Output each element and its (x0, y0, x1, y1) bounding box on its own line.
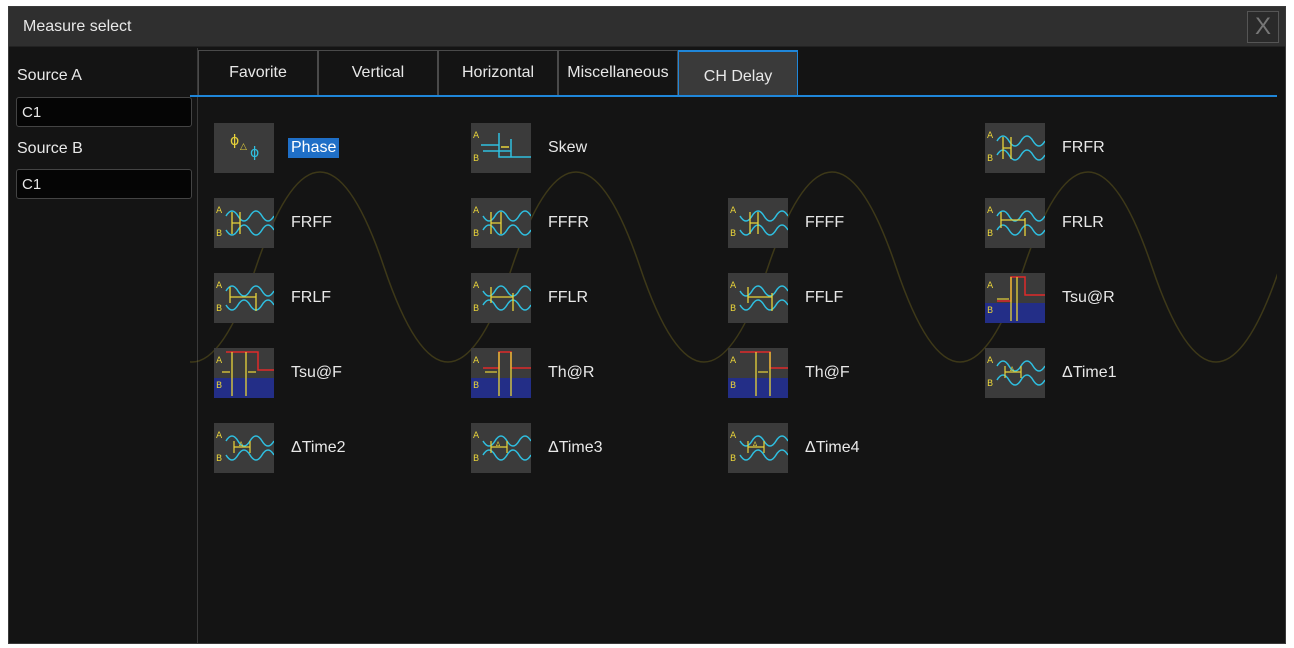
svg-text:A: A (730, 281, 737, 291)
measure-label: FFLF (805, 289, 844, 306)
measure-label: ΔTime3 (548, 439, 603, 456)
th-r-icon: AB (471, 348, 531, 398)
measure-label: FRLF (291, 289, 331, 306)
ffff-icon: AB (728, 198, 788, 248)
svg-text:A: A (987, 131, 994, 141)
source-a-select[interactable]: C1 (16, 97, 192, 127)
source-sidebar: Source A C1 Source B C1 (9, 48, 198, 643)
frfr-icon: AB (985, 123, 1045, 173)
frlr-icon: AB (985, 198, 1045, 248)
frff-icon: AB (214, 198, 274, 248)
svg-text:B: B (987, 379, 993, 389)
svg-text:A: A (216, 356, 223, 366)
svg-text:A: A (473, 281, 480, 291)
measure-label: ΔTime4 (805, 439, 860, 456)
svg-text:A: A (987, 281, 994, 291)
measure-label: Tsu@F (291, 364, 342, 381)
measure-label: Phase (288, 138, 340, 158)
measure-label: FFFF (805, 214, 845, 231)
svg-text:△: △ (240, 142, 247, 152)
delta-time3-icon: ABΔ (471, 423, 531, 473)
measure-label: ΔTime2 (291, 439, 346, 456)
fflr-icon: AB (471, 273, 531, 323)
svg-text:A: A (730, 431, 737, 441)
measure-label: FRLR (1062, 214, 1104, 231)
dialog-title: Measure select (23, 18, 132, 35)
svg-text:A: A (987, 206, 994, 216)
frlf-icon: AB (214, 273, 274, 323)
svg-text:B: B (473, 229, 479, 239)
svg-text:B: B (473, 304, 479, 314)
fffr-icon: AB (471, 198, 531, 248)
measure-label: Th@R (548, 364, 595, 381)
title-bar: Measure select X (9, 7, 1285, 47)
svg-text:B: B (473, 154, 479, 164)
tab-ch-delay[interactable]: CH Delay (678, 50, 798, 96)
measure-label: FFLR (548, 289, 588, 306)
delta-time2-icon: ABΔ (214, 423, 274, 473)
source-a-label: Source A (17, 67, 82, 84)
tab-vertical[interactable]: Vertical (318, 50, 438, 95)
svg-text:B: B (730, 454, 736, 464)
measure-category-tabs: Favorite Vertical Horizontal Miscellaneo… (190, 50, 1277, 96)
svg-text:A: A (216, 431, 223, 441)
svg-text:A: A (730, 356, 737, 366)
delta-time4-icon: ABΔ (728, 423, 788, 473)
measure-label: FRFR (1062, 139, 1105, 156)
fflf-icon: AB (728, 273, 788, 323)
svg-text:A: A (473, 131, 480, 141)
close-button[interactable]: X (1247, 11, 1279, 43)
svg-text:B: B (473, 381, 479, 391)
svg-text:B: B (473, 454, 479, 464)
tab-horizontal[interactable]: Horizontal (438, 50, 558, 95)
svg-text:A: A (730, 206, 737, 216)
svg-text:A: A (216, 206, 223, 216)
svg-text:A: A (473, 431, 480, 441)
svg-text:B: B (730, 229, 736, 239)
svg-text:A: A (216, 281, 223, 291)
measure-label: Tsu@R (1062, 289, 1115, 306)
svg-text:ϕ: ϕ (250, 145, 259, 161)
measure-label: FFFR (548, 214, 589, 231)
measure-grid: ϕ △ ϕ Phase AB Skew AB FRFR AB FRFF AB FFF… (190, 97, 1277, 637)
svg-text:A: A (473, 356, 480, 366)
svg-text:B: B (216, 454, 222, 464)
svg-text:B: B (987, 229, 993, 239)
svg-text:B: B (730, 381, 736, 391)
svg-text:A: A (473, 206, 480, 216)
tab-miscellaneous[interactable]: Miscellaneous (558, 50, 678, 95)
tab-favorite[interactable]: Favorite (198, 50, 318, 95)
measure-label: Th@F (805, 364, 850, 381)
svg-text:ϕ: ϕ (230, 133, 239, 149)
svg-text:A: A (987, 356, 994, 366)
delta-time1-icon: ABΔ (985, 348, 1045, 398)
svg-text:B: B (216, 381, 222, 391)
tsu-f-icon: AB (214, 348, 274, 398)
measure-label: FRFF (291, 214, 332, 231)
svg-text:B: B (987, 306, 993, 316)
phase-icon: ϕ △ ϕ (214, 123, 274, 173)
svg-text:B: B (987, 154, 993, 164)
svg-text:B: B (730, 304, 736, 314)
measure-label: Skew (548, 139, 588, 156)
skew-icon: AB (471, 123, 531, 173)
source-b-label: Source B (17, 140, 83, 157)
measure-label: ΔTime1 (1062, 364, 1117, 381)
tsu-r-icon: AB (985, 273, 1045, 323)
svg-text:B: B (216, 304, 222, 314)
th-f-icon: AB (728, 348, 788, 398)
svg-text:B: B (216, 229, 222, 239)
source-b-select[interactable]: C1 (16, 169, 192, 199)
